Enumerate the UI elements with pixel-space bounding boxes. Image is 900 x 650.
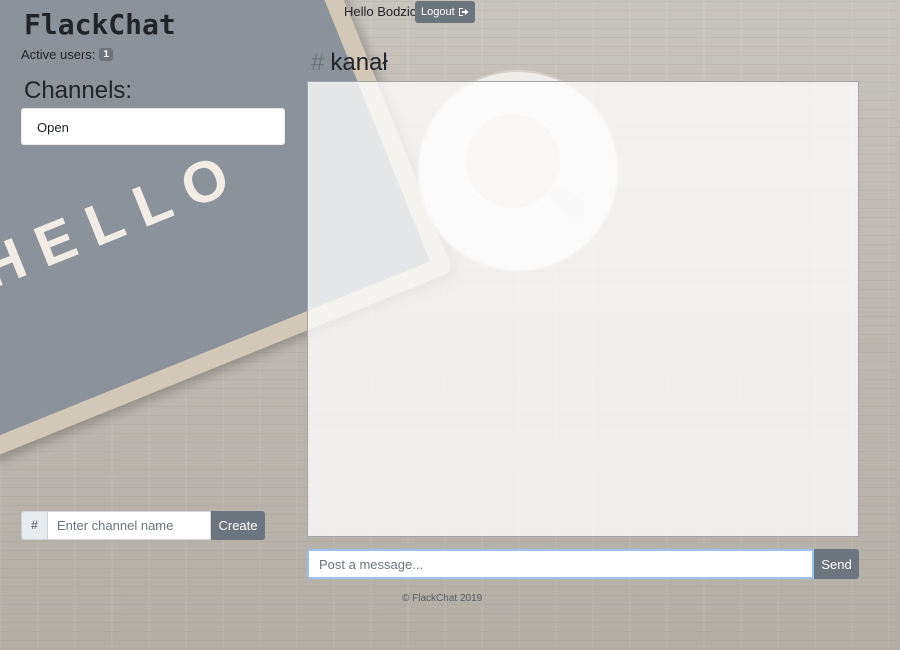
message-list[interactable] (307, 81, 859, 537)
channel-list: Open (21, 108, 285, 145)
channel-title: # kanał (311, 49, 388, 77)
channel-name-input[interactable] (47, 511, 211, 540)
send-button[interactable]: Send (814, 549, 859, 579)
channel-name: kanał (330, 49, 388, 76)
active-users-badge: 1 (99, 48, 113, 61)
active-users-label: Active users: (21, 47, 96, 62)
channels-heading: Channels: (24, 77, 133, 104)
channel-hash: # (311, 49, 325, 76)
message-input[interactable] (307, 549, 814, 579)
footer-copyright: © FlackChat 2019 (402, 593, 483, 604)
logout-button[interactable]: Logout (415, 1, 475, 23)
message-composer: Send (307, 549, 859, 579)
channel-item[interactable]: Open (21, 108, 285, 145)
channel-hash-prefix: # (21, 511, 47, 540)
create-channel-button[interactable]: Create (211, 511, 265, 540)
sign-out-icon (458, 7, 469, 17)
active-users: Active users: 1 (21, 47, 113, 62)
logout-label: Logout (421, 6, 455, 18)
app-title: FlackChat (24, 8, 176, 41)
user-greeting: Hello Bodzio (344, 4, 417, 19)
create-channel-form: # Create (21, 511, 265, 540)
